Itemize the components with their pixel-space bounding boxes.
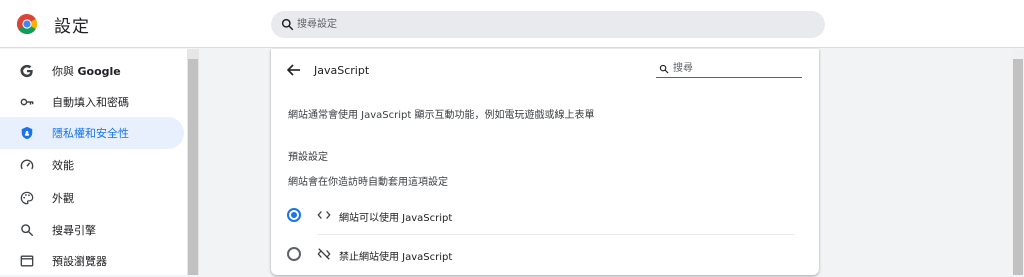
sidebar-item-performance[interactable]: 效能 (0, 149, 184, 181)
content-search-input[interactable] (673, 60, 801, 77)
option-divider (317, 234, 795, 235)
default-behavior-subtitle: 網站會在你造訪時自動套用這項設定 (288, 177, 448, 188)
default-behavior-heading: 預設設定 (288, 152, 328, 163)
sidebar-item-label: 你與 Google (52, 63, 121, 79)
page-scrollbar-thumb[interactable] (1013, 59, 1023, 275)
key-icon (20, 98, 34, 106)
settings-search-input[interactable] (297, 11, 797, 38)
radio-label-block: 禁止網站使用 JavaScript (339, 252, 453, 263)
chrome-logo-icon (17, 14, 37, 34)
sidebar: 你與 Google 自動填入和密碼 隱私權和安全性 效能 外觀 搜尋引擎 預設瀏… (0, 49, 187, 275)
sidebar-item-label-bold: Google (77, 65, 121, 78)
code-icon (317, 211, 331, 219)
content-search-box[interactable] (656, 60, 802, 78)
radio-button-allow[interactable] (287, 208, 301, 222)
settings-search-box[interactable] (271, 11, 825, 38)
radio-option-block-javascript[interactable]: 禁止網站使用 JavaScript (271, 236, 819, 272)
sidebar-scrollbar-thumb[interactable] (188, 59, 198, 275)
top-bar: 設定 (0, 0, 1024, 48)
sidebar-item-you-and-google[interactable]: 你與 Google (0, 55, 184, 87)
speedometer-icon (20, 159, 34, 170)
sidebar-item-autofill[interactable]: 自動填入和密碼 (0, 86, 184, 118)
javascript-settings-card: JavaScript 網站通常會使用 JavaScript 顯示互動功能，例如電… (271, 49, 819, 275)
shield-icon (21, 126, 33, 140)
sidebar-scrollbar[interactable] (187, 49, 199, 275)
search-icon (21, 224, 34, 237)
sidebar-item-label: 預設瀏覽器 (52, 255, 107, 268)
sidebar-item-default-browser[interactable]: 預設瀏覽器 (0, 245, 184, 277)
page-title: 設定 (54, 17, 90, 37)
javascript-description: 網站通常會使用 JavaScript 顯示互動功能，例如電玩遊戲或線上表單 (288, 110, 595, 121)
sidebar-item-label: 搜尋引擎 (52, 224, 96, 237)
radio-option-allow-javascript[interactable]: 網站可以使用 JavaScript (271, 197, 819, 233)
radio-label-allow: 網站可以使用 JavaScript (339, 213, 453, 224)
sidebar-item-label: 效能 (52, 159, 74, 172)
code-off-icon (317, 248, 331, 260)
palette-icon (20, 191, 34, 205)
sidebar-item-privacy-security[interactable]: 隱私權和安全性 (0, 117, 184, 149)
sidebar-item-label: 外觀 (52, 192, 74, 205)
radio-button-block[interactable] (287, 247, 301, 261)
search-icon (659, 64, 669, 74)
section-heading: JavaScript (314, 64, 370, 77)
sidebar-item-label: 隱私權和安全性 (52, 127, 129, 140)
sidebar-item-appearance[interactable]: 外觀 (0, 182, 184, 214)
sidebar-item-label: 自動填入和密碼 (52, 96, 129, 109)
google-g-icon (20, 64, 33, 78)
sidebar-item-label-prefix: 你與 (52, 65, 78, 78)
back-arrow-icon[interactable] (285, 61, 303, 79)
sidebar-item-search-engine[interactable]: 搜尋引擎 (0, 214, 184, 246)
browser-window-icon (20, 255, 34, 267)
search-icon (281, 18, 294, 31)
page-scrollbar[interactable] (1012, 49, 1024, 275)
